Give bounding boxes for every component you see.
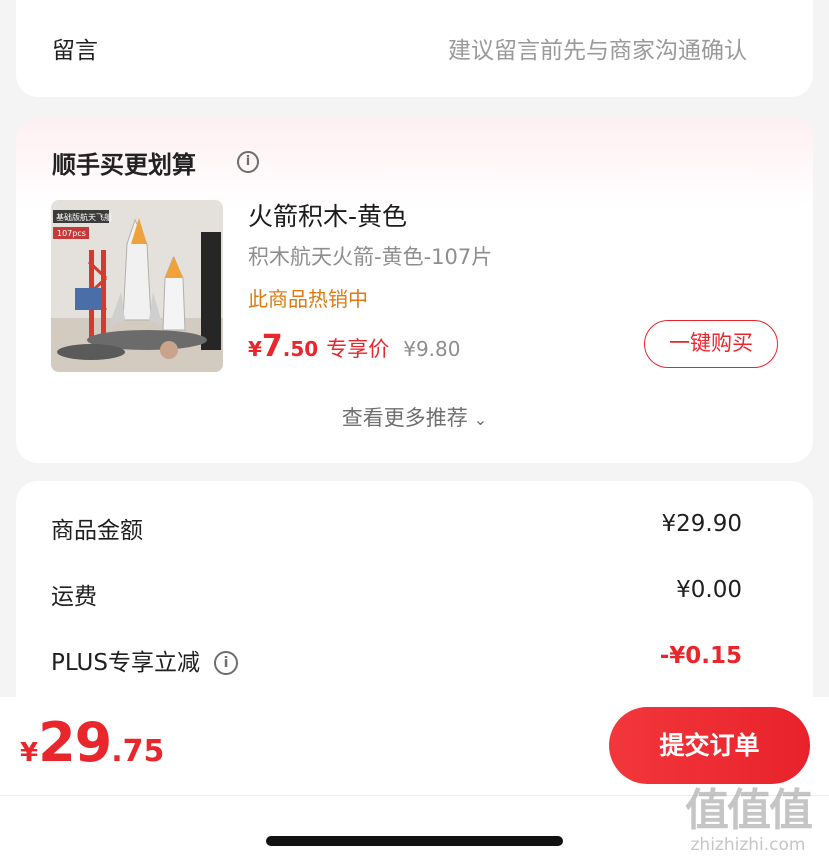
- image-badge-text: 基础版航天飞船: [56, 212, 112, 222]
- price-decimal: .50: [282, 337, 319, 361]
- total-currency: ¥: [20, 738, 39, 768]
- watermark: 值值值 zhizhizhi.com: [673, 785, 823, 856]
- checkout-bar: ¥29.75 提交订单 值值值 zhizhizhi.com: [0, 697, 829, 861]
- price-integer: 7: [261, 329, 283, 364]
- summary-label: 运费: [51, 584, 97, 610]
- summary-label: PLUS专享立减: [51, 650, 200, 676]
- summary-row-plus-discount: PLUS专享立减 i -¥0.15: [51, 643, 742, 677]
- total-integer: 29: [38, 711, 112, 774]
- summary-row-goods-amount: 商品金额 ¥29.90: [51, 511, 742, 545]
- watermark-logo: 值值值: [685, 785, 813, 836]
- summary-label-with-icon: PLUS专享立减 i: [51, 643, 238, 677]
- recommendation-card: 顺手买更划算 i 基础版航天飞船 107pcs 火箭积木-黄色 积木航天火箭-黄…: [16, 117, 813, 463]
- more-recommendations-label: 查看更多推荐: [341, 406, 468, 430]
- note-card[interactable]: 留言 建议留言前先与商家沟通确认: [16, 0, 813, 97]
- product-spec: 积木航天火箭-黄色-107片: [248, 245, 493, 269]
- info-icon[interactable]: i: [237, 151, 259, 173]
- total-price: ¥29.75: [20, 711, 164, 774]
- recommendation-title: 顺手买更划算: [52, 151, 196, 179]
- summary-value: ¥29.90: [661, 511, 742, 537]
- product-image[interactable]: 基础版航天飞船 107pcs: [51, 200, 223, 372]
- summary-label: 商品金额: [51, 518, 143, 544]
- note-input[interactable]: 建议留言前先与商家沟通确认: [448, 31, 747, 65]
- total-decimal: .75: [111, 734, 165, 769]
- summary-row-shipping: 运费 ¥0.00: [51, 577, 742, 611]
- price-currency: ¥: [248, 337, 262, 361]
- home-indicator[interactable]: [266, 836, 563, 846]
- image-pcs-text: 107pcs: [57, 229, 86, 238]
- more-recommendations-link[interactable]: 查看更多推荐 ⌄: [16, 402, 813, 432]
- summary-value: -¥0.15: [659, 643, 742, 669]
- submit-order-button[interactable]: 提交订单: [609, 707, 810, 784]
- chevron-down-icon: ⌄: [473, 410, 488, 429]
- product-price-row: ¥7.50 专享价 ¥9.80: [248, 329, 461, 364]
- hot-sale-label: 此商品热销中: [248, 287, 368, 311]
- note-label: 留言: [52, 38, 98, 64]
- info-icon[interactable]: i: [213, 651, 238, 675]
- rocket-toy-image: 基础版航天飞船 107pcs: [51, 200, 223, 372]
- one-click-buy-button[interactable]: 一键购买: [644, 320, 778, 368]
- watermark-site: zhizhizhi.com: [690, 835, 806, 855]
- price-tag: 专享价: [326, 337, 390, 361]
- summary-value: ¥0.00: [676, 577, 742, 603]
- product-name[interactable]: 火箭积木-黄色: [248, 197, 407, 233]
- original-price: ¥9.80: [403, 337, 461, 361]
